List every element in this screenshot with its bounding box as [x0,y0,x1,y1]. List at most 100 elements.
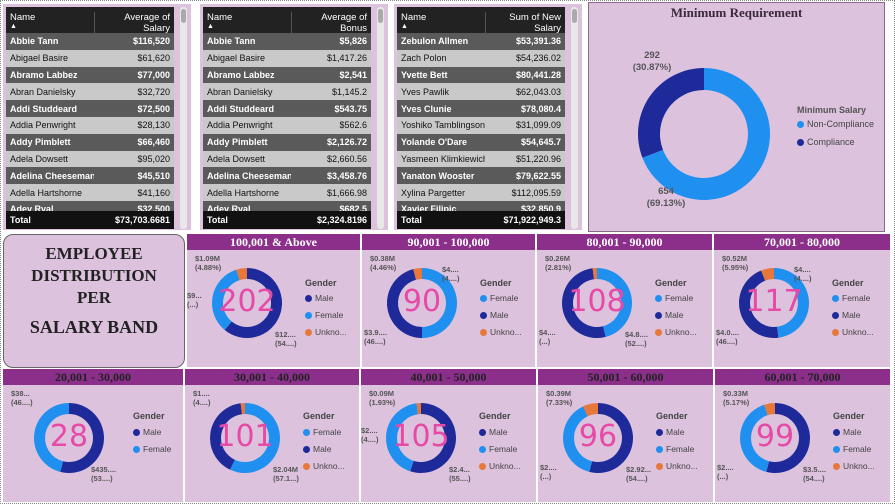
gender-legend-item[interactable]: Male [833,427,861,437]
gender-legend-item[interactable]: Unkno... [480,327,522,337]
row-name: Xylina Pargetter [401,187,466,198]
employee-distribution-line4: SALARY BAND [29,317,159,337]
table-visual-3[interactable]: Name Sum of New Salary ▲ Zebulon Allmen … [394,4,582,230]
legend-dot-icon [303,428,310,436]
table-row[interactable]: Abran Danielsky $32,720 [6,83,174,101]
column-header-name[interactable]: Name [397,12,485,23]
table-row[interactable]: Yasmeen Klimkiewich $51,220.96 [397,150,565,168]
donut-data-label: $4.0.... [716,328,739,337]
gender-legend-item[interactable]: Female [832,293,870,303]
donut-slice-compliance[interactable] [638,68,704,158]
gender-legend-item[interactable]: Male [305,293,333,303]
column-header-name[interactable]: Name [6,12,94,23]
donut-data-label: $4.8.... [625,330,648,339]
table-row[interactable]: Zebulon Allmen $53,391.36 [397,33,565,50]
legend-dot-icon [832,328,839,336]
vertical-scrollbar[interactable] [377,7,384,229]
table-row[interactable]: Abbie Tann $5,826 [203,33,371,50]
gender-legend-item[interactable]: Female [480,293,518,303]
gender-legend-item[interactable]: Unkno... [656,461,698,471]
table-row[interactable]: Yolande O'Dare $54,645.7 [397,133,565,151]
gender-legend-item[interactable]: Female [479,444,517,454]
gender-legend-item[interactable]: Female [833,444,871,454]
table-row[interactable]: Addia Penwright $28,130 [6,116,174,134]
gender-legend-item[interactable]: Unkno... [305,327,347,337]
scrollbar-thumb[interactable] [378,9,383,23]
gender-legend-item[interactable]: Male [832,310,860,320]
table-row[interactable]: Addy Pimblett $66,460 [6,133,174,151]
salary-band-card[interactable]: 40,001 - 50,000 105 $0.09M (1.93%) $2.... (4.… [361,369,536,502]
gender-legend-item[interactable]: Female [305,310,343,320]
column-header-value[interactable]: Sum of New Salary [485,12,565,34]
table-visual-1[interactable]: Name Average of Salary ▲ Abbie Tann $116… [3,4,191,230]
table-visual-2[interactable]: Name Average of Bonus ▲ Abbie Tann $5,82… [200,4,388,230]
salary-band-card[interactable]: 80,001 - 90,000 108 $0.26M (2.81%) $4.... (..… [537,234,712,367]
vertical-scrollbar[interactable] [571,7,578,229]
sort-ascending-icon[interactable]: ▲ [207,23,214,30]
gender-legend-item[interactable]: Male [133,427,161,437]
table-row[interactable]: Yoshiko Tamblingson $31,099.09 [397,116,565,134]
table-row[interactable]: Addi Studdeard $72,500 [6,100,174,117]
table-row[interactable]: Zach Polon $54,236.02 [397,49,565,67]
table-body[interactable]: Name Average of Salary ▲ Abbie Tann $116… [6,7,174,229]
salary-band-card[interactable]: 100,001 & Above 202 $1.09M (4.88%) $9... (...… [187,234,360,367]
gender-legend-item[interactable]: Female [655,293,693,303]
salary-band-card[interactable]: 70,001 - 80,000 117 $0.52M (5.95%) $4.... (4.… [714,234,890,367]
table-row[interactable]: Abramo Labbez $77,000 [6,66,174,84]
gender-legend-item[interactable]: Male [480,310,508,320]
minimum-requirement-panel[interactable]: Minimum Requirement 292 (30.87%) 654 (69… [588,2,885,232]
table-row[interactable]: Adella Hartshorne $1,666.98 [203,184,371,201]
table-row[interactable]: Adela Dowsett $95,020 [6,150,174,168]
legend-noncompliance[interactable]: Non-Compliance [797,119,874,129]
salary-band-card[interactable]: 60,001 - 70,000 99 $0.33M (5.17%) $2.... (...… [715,369,890,502]
gender-legend-item[interactable]: Male [303,444,331,454]
table-row[interactable]: Adelina Cheeseman $3,458.76 [203,167,371,185]
donut-data-label: $2.04M [273,465,299,474]
table-row[interactable]: Yvette Bett $80,441.28 [397,66,565,84]
table-row[interactable]: Abran Danielsky $1,145.2 [203,83,371,101]
table-row[interactable]: Yanaton Wooster $79,622.55 [397,167,565,185]
table-row[interactable]: Abbie Tann $116,520 [6,33,174,50]
vertical-scrollbar[interactable] [180,7,187,229]
gender-legend-item[interactable]: Female [656,444,694,454]
gender-legend-item[interactable]: Unkno... [832,327,874,337]
donut-data-label: (...) [717,472,729,481]
table-row[interactable]: Xylina Pargetter $112,095.59 [397,184,565,201]
table-row[interactable]: Yves Pawlik $62,043.03 [397,83,565,101]
table-row[interactable]: Addy Pimblett $2,126.72 [203,133,371,151]
gender-legend-item[interactable]: Unkno... [833,461,875,471]
salary-band-card[interactable]: 30,001 - 40,000 101 $1.... (4....) $2.04M (57… [185,369,359,502]
table-row[interactable]: Adela Dowsett $2,660.56 [203,150,371,168]
scrollbar-thumb[interactable] [181,9,186,23]
column-header-value[interactable]: Average of Salary [94,12,174,34]
gender-legend-item[interactable]: Female [303,427,341,437]
salary-band-card[interactable]: 50,001 - 60,000 96 $0.39M (7.33%) $2.... (...… [538,369,713,502]
gender-legend-item[interactable]: Male [655,310,683,320]
table-row[interactable]: Adella Hartshorne $41,160 [6,184,174,201]
row-value: $2,660.56 [326,153,367,164]
table-row[interactable]: Abigael Basire $1,417.26 [203,49,371,67]
table-total-row: Total $2,324.8196 [203,211,371,229]
gender-legend-item[interactable]: Female [133,444,171,454]
table-row[interactable]: Abigael Basire $61,620 [6,49,174,67]
gender-legend-item[interactable]: Male [479,427,507,437]
table-body[interactable]: Name Sum of New Salary ▲ Zebulon Allmen … [397,7,565,229]
table-body[interactable]: Name Average of Bonus ▲ Abbie Tann $5,82… [203,7,371,229]
table-row[interactable]: Addia Penwright $562.6 [203,116,371,134]
table-row[interactable]: Addi Studdeard $543.75 [203,100,371,117]
salary-band-card[interactable]: 90,001 - 100,000 90 $0.38M (4.46%) $4.... (4.… [362,234,535,367]
column-header-value[interactable]: Average of Bonus [291,12,371,34]
gender-legend-item[interactable]: Unkno... [655,327,697,337]
gender-legend-item[interactable]: Unkno... [479,461,521,471]
gender-legend-item[interactable]: Male [656,427,684,437]
table-row[interactable]: Abramo Labbez $2,541 [203,66,371,84]
sort-ascending-icon[interactable]: ▲ [10,23,17,30]
table-row[interactable]: Adelina Cheeseman $45,510 [6,167,174,185]
gender-legend-item[interactable]: Unkno... [303,461,345,471]
legend-compliance[interactable]: Compliance [797,137,855,147]
scrollbar-thumb[interactable] [572,9,577,23]
table-row[interactable]: Yves Clunie $78,080.4 [397,100,565,117]
salary-band-card[interactable]: 20,001 - 30,000 28 $38... (46....) $435....(… [3,369,183,502]
column-header-name[interactable]: Name [203,12,291,23]
sort-ascending-icon[interactable]: ▲ [401,23,408,30]
